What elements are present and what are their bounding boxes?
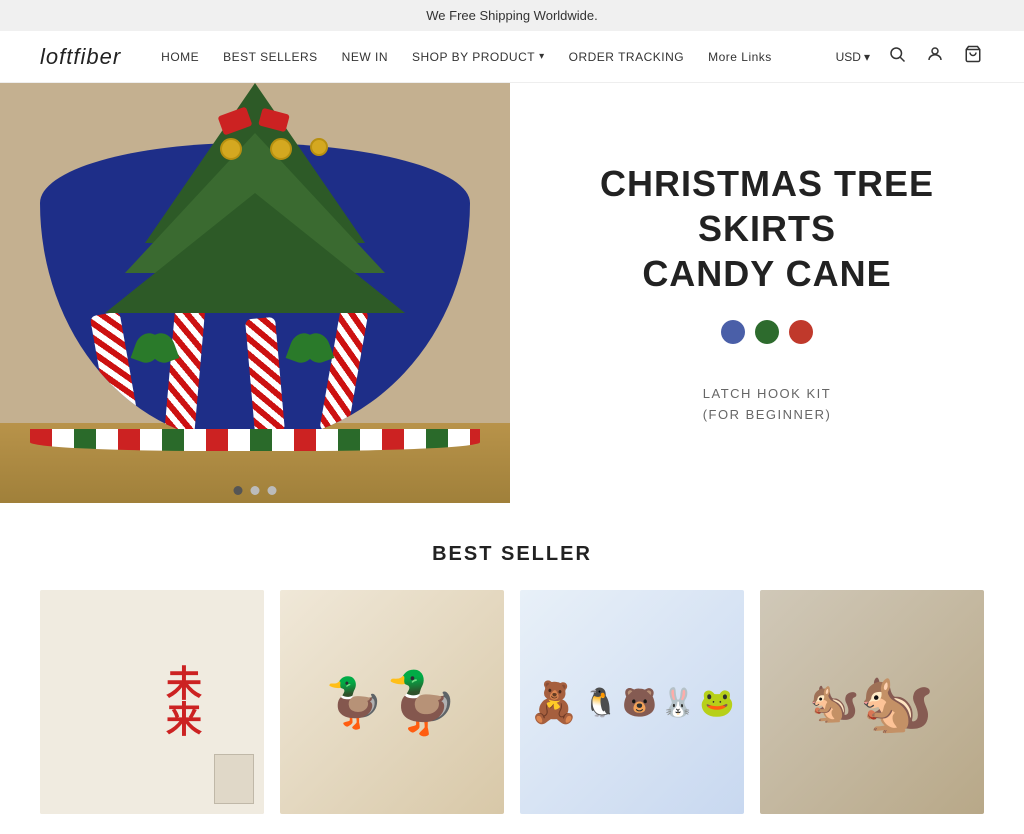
- dropdown-arrow-icon: ▾: [539, 51, 545, 62]
- nav-home[interactable]: HOME: [161, 50, 199, 64]
- search-icon: [888, 45, 906, 68]
- user-icon: [926, 45, 944, 68]
- swatch-red[interactable]: [789, 320, 813, 344]
- product-image-1: 未 来: [40, 590, 264, 814]
- nav-order-tracking[interactable]: ORDER TRACKING: [569, 50, 684, 64]
- product-card-3[interactable]: 🐧 🐻 🐰 🐸: [520, 590, 744, 814]
- product-image-2: 🦆: [280, 590, 504, 814]
- currency-label: USD: [836, 50, 861, 64]
- currency-selector[interactable]: USD ▾: [836, 50, 870, 64]
- hero-content: CHRISTMAS TREE SKIRTS CANDY CANE LATCH H…: [510, 121, 1024, 466]
- product-card-1[interactable]: 未 来: [40, 590, 264, 814]
- swatch-blue[interactable]: [721, 320, 745, 344]
- hero-subtitle: LATCH HOOK KIT (FOR BEGINNER): [703, 384, 832, 426]
- nav-best-sellers[interactable]: BEST SELLERS: [223, 50, 318, 64]
- cart-icon: [964, 45, 982, 68]
- product-image-3: 🐧 🐻 🐰 🐸: [520, 590, 744, 814]
- cart-button[interactable]: [962, 43, 984, 70]
- swatch-green[interactable]: [755, 320, 779, 344]
- top-banner: We Free Shipping Worldwide.: [0, 0, 1024, 31]
- duck-icon: 🦆: [385, 667, 460, 738]
- nav-new-in[interactable]: NEW IN: [342, 50, 388, 64]
- currency-arrow-icon: ▾: [864, 50, 870, 64]
- header: loftfiber HOME BEST SELLERS NEW IN SHOP …: [0, 31, 1024, 83]
- color-swatches: [721, 320, 813, 344]
- hero-section: CHRISTMAS TREE SKIRTS CANDY CANE LATCH H…: [0, 83, 1024, 503]
- product-grid: 未 来 🦆 🐧 🐻 🐰 🐸 🐿️: [40, 590, 984, 814]
- product-card-4[interactable]: 🐿️: [760, 590, 984, 814]
- hero-image-wrapper: [0, 83, 510, 503]
- search-button[interactable]: [886, 43, 908, 70]
- hero-product-image: [0, 83, 510, 503]
- best-seller-section: BEST SELLER 未 来 🦆 🐧 🐻: [0, 503, 1024, 834]
- header-icons: USD ▾: [836, 43, 984, 70]
- hero-title: CHRISTMAS TREE SKIRTS CANDY CANE: [550, 161, 984, 296]
- product-image-4: 🐿️: [760, 590, 984, 814]
- product-card-2[interactable]: 🦆: [280, 590, 504, 814]
- banner-text: We Free Shipping Worldwide.: [426, 8, 598, 23]
- account-button[interactable]: [924, 43, 946, 70]
- main-nav: HOME BEST SELLERS NEW IN SHOP BY PRODUCT…: [161, 50, 835, 64]
- best-seller-title: BEST SELLER: [40, 543, 984, 566]
- acorn-icon: 🐿️: [860, 667, 935, 738]
- site-logo[interactable]: loftfiber: [40, 44, 121, 70]
- nav-more-links[interactable]: More Links: [708, 50, 772, 64]
- nav-shop-by-product[interactable]: SHOP BY PRODUCT ▾: [412, 50, 545, 64]
